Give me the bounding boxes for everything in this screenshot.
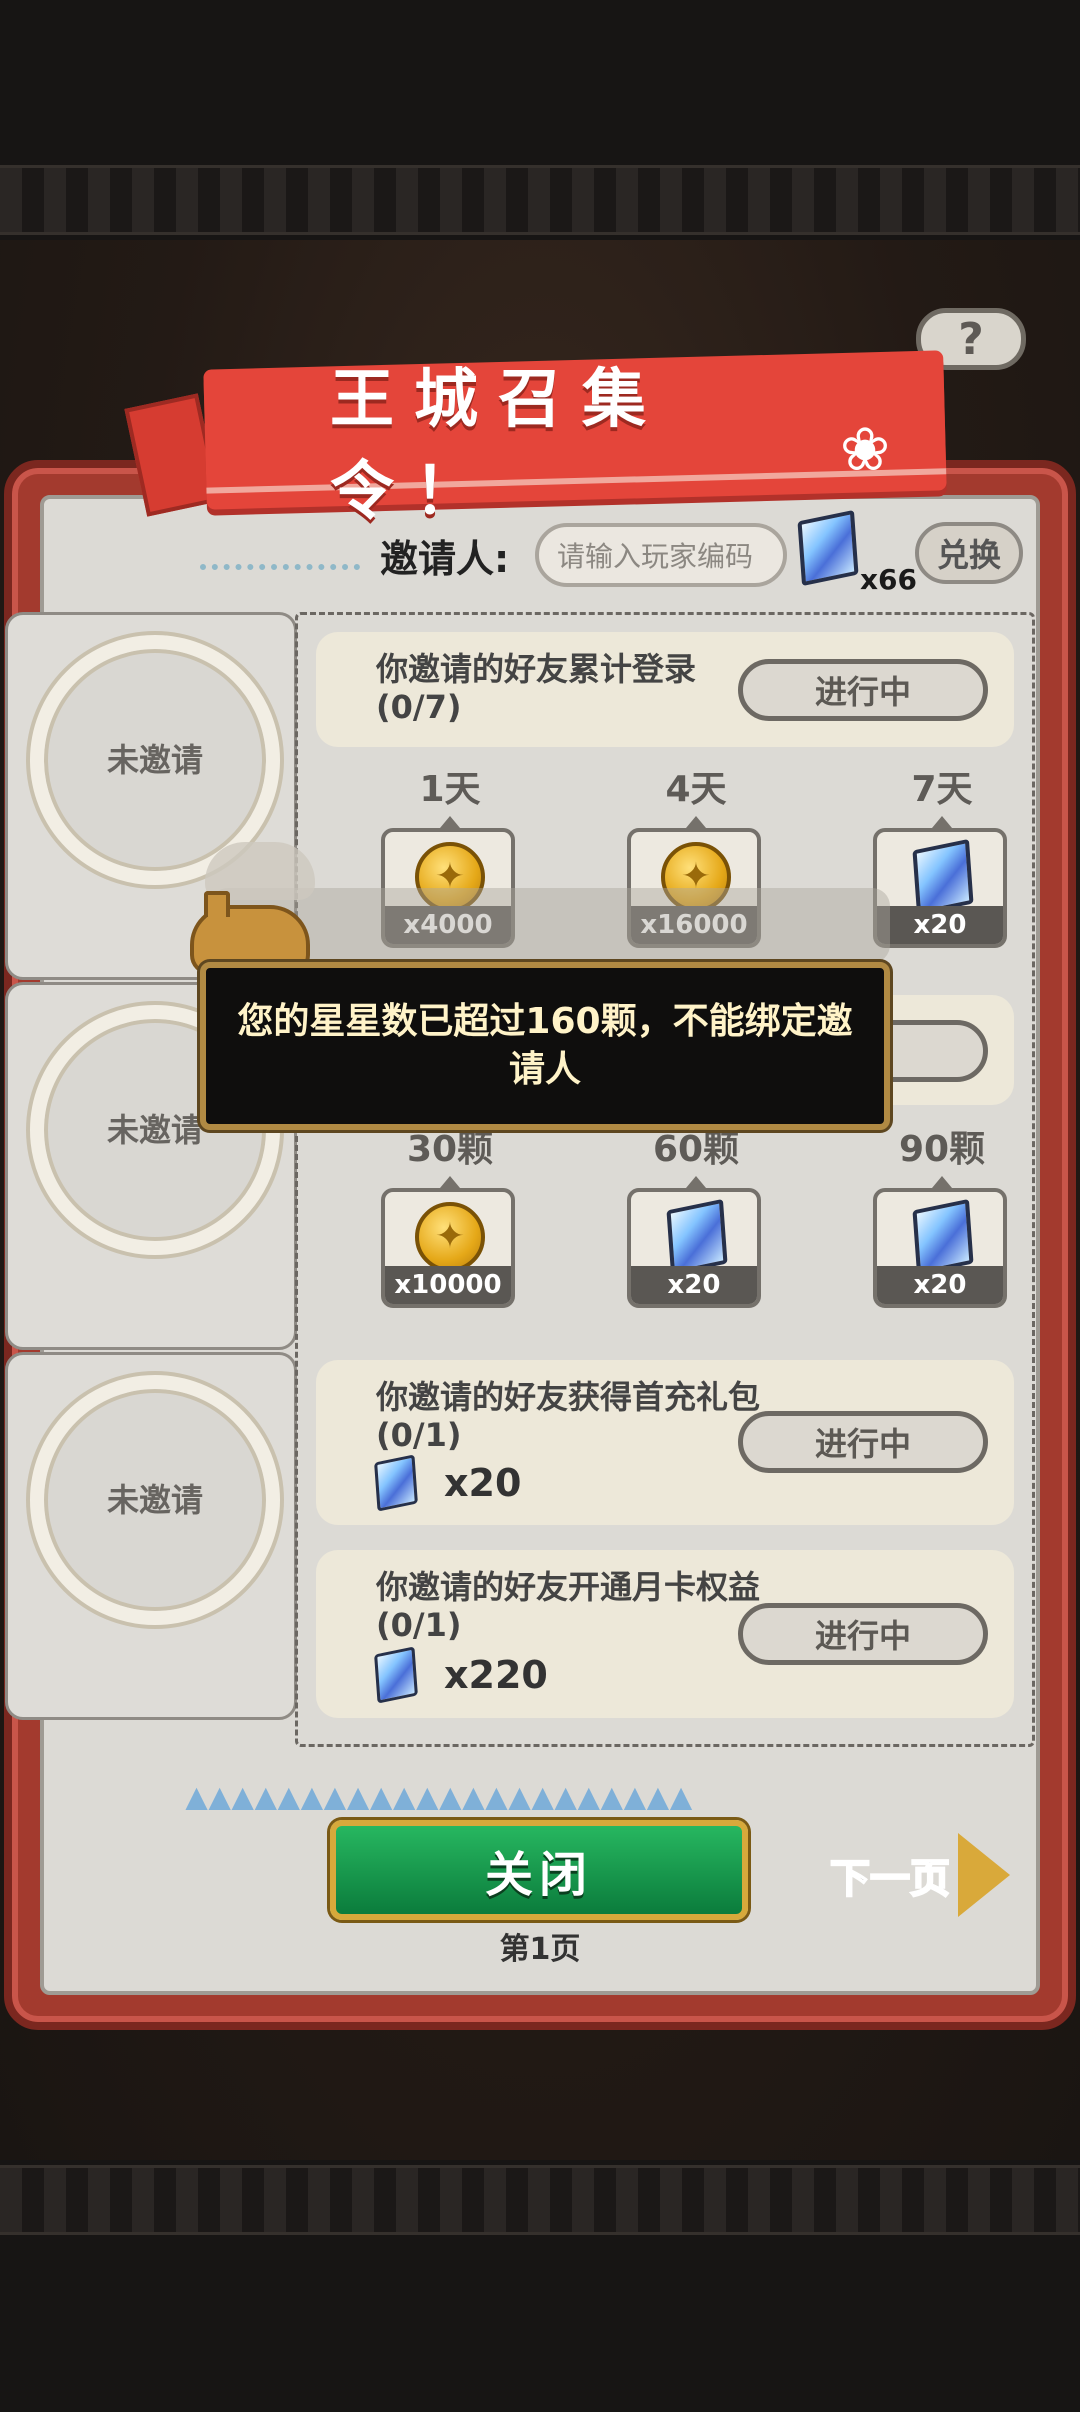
task-status-button[interactable]: 进行中 (738, 1603, 988, 1665)
gem-icon (666, 1198, 728, 1276)
milestone-label: 4天 (665, 769, 727, 810)
close-button[interactable]: 关闭 (330, 1820, 748, 1920)
task-month-card: 你邀请的好友开通月卡权益(0/1) 进行中 x220 (316, 1550, 1014, 1718)
wave-decoration: ▲▲▲▲▲▲▲▲▲▲▲▲▲▲▲▲▲▲▲▲▲▲ (185, 1780, 693, 1810)
reward-box[interactable]: x20 (627, 1188, 761, 1308)
milestone-pointer (932, 816, 952, 828)
milestone-pointer (440, 816, 460, 828)
toast-text: 您的星星数已超过160颗，不能绑定邀请人 (237, 1001, 853, 1090)
gem-balance-count: x66 (860, 563, 918, 596)
inviter-code-input[interactable]: 请输入玩家编码 (535, 523, 787, 587)
toast-ghost (210, 888, 890, 963)
reward-box[interactable]: x20 (873, 828, 1007, 948)
reward-qty: x10000 (385, 1266, 511, 1304)
page-title: 王城召集令！ (330, 363, 666, 529)
gem-balance: x66 (797, 509, 917, 596)
task-title: 你邀请的好友累计登录(0/7) (376, 650, 697, 726)
task-title: 你邀请的好友获得首充礼包(0/1) (376, 1378, 761, 1454)
milestone-pointer (686, 1176, 706, 1188)
task-login: 你邀请的好友累计登录(0/7) 进行中 (316, 632, 1014, 747)
milestone-label: 90颗 (898, 1129, 986, 1170)
task-title: 你邀请的好友开通月卡权益(0/1) (376, 1568, 761, 1644)
reward-qty: x20 (631, 1266, 757, 1304)
next-page-label: 下一页 (829, 1855, 951, 1903)
reward-qty: x20 (877, 906, 1003, 944)
milestone-pointer (440, 1176, 460, 1188)
milestone-label: 7天 (911, 769, 973, 810)
milestone-label: 1天 (419, 769, 481, 810)
gem-icon (374, 1646, 418, 1704)
game-screen: ? 王城召集令！ ❀ 邀请人: 请输入玩家编码 x66 兑换 未邀请 未邀请 未… (0, 0, 1080, 2412)
invite-slot-label: 未邀请 (106, 741, 203, 779)
gem-icon (374, 1454, 418, 1512)
gem-icon (797, 509, 859, 587)
page-indicator: 第1页 (499, 1932, 581, 1967)
help-icon: ? (958, 313, 984, 365)
reward-qty: x20 (877, 1266, 1003, 1304)
task-status-button[interactable]: 进行中 (738, 1411, 988, 1473)
milestone-pointer (686, 816, 706, 828)
bottom-pattern-band (0, 2165, 1080, 2235)
inviter-label: 邀请人: (380, 536, 510, 581)
invite-slot-3[interactable]: 未邀请 (5, 1352, 297, 1720)
reward-box[interactable]: x20 (873, 1188, 1007, 1308)
milestone-pointer (932, 1176, 952, 1188)
flower-icon: ❀ (839, 415, 891, 485)
coin-icon (415, 1202, 485, 1272)
top-pattern-band (0, 165, 1080, 235)
reward-qty: x20 (444, 1461, 522, 1505)
task-reward: x20 (374, 1454, 522, 1512)
grass-decoration (200, 540, 360, 570)
redeem-button[interactable]: 兑换 (915, 522, 1023, 584)
reward-box[interactable]: x10000 (381, 1188, 515, 1308)
task-status-button[interactable]: 进行中 (738, 659, 988, 721)
next-page-button[interactable]: 下一页 (829, 1830, 1030, 1920)
next-arrow-icon (958, 1833, 1010, 1917)
invite-slot-label: 未邀请 (106, 1481, 203, 1519)
task-first-charge: 你邀请的好友获得首充礼包(0/1) 进行中 x20 (316, 1360, 1014, 1525)
task-reward: x220 (374, 1646, 548, 1704)
gem-icon (912, 838, 974, 916)
reward-qty: x220 (444, 1653, 548, 1697)
toast-message: 您的星星数已超过160颗，不能绑定邀请人 (200, 962, 890, 1130)
gem-icon (912, 1198, 974, 1276)
inviter-row: 邀请人: 请输入玩家编码 (380, 520, 787, 590)
